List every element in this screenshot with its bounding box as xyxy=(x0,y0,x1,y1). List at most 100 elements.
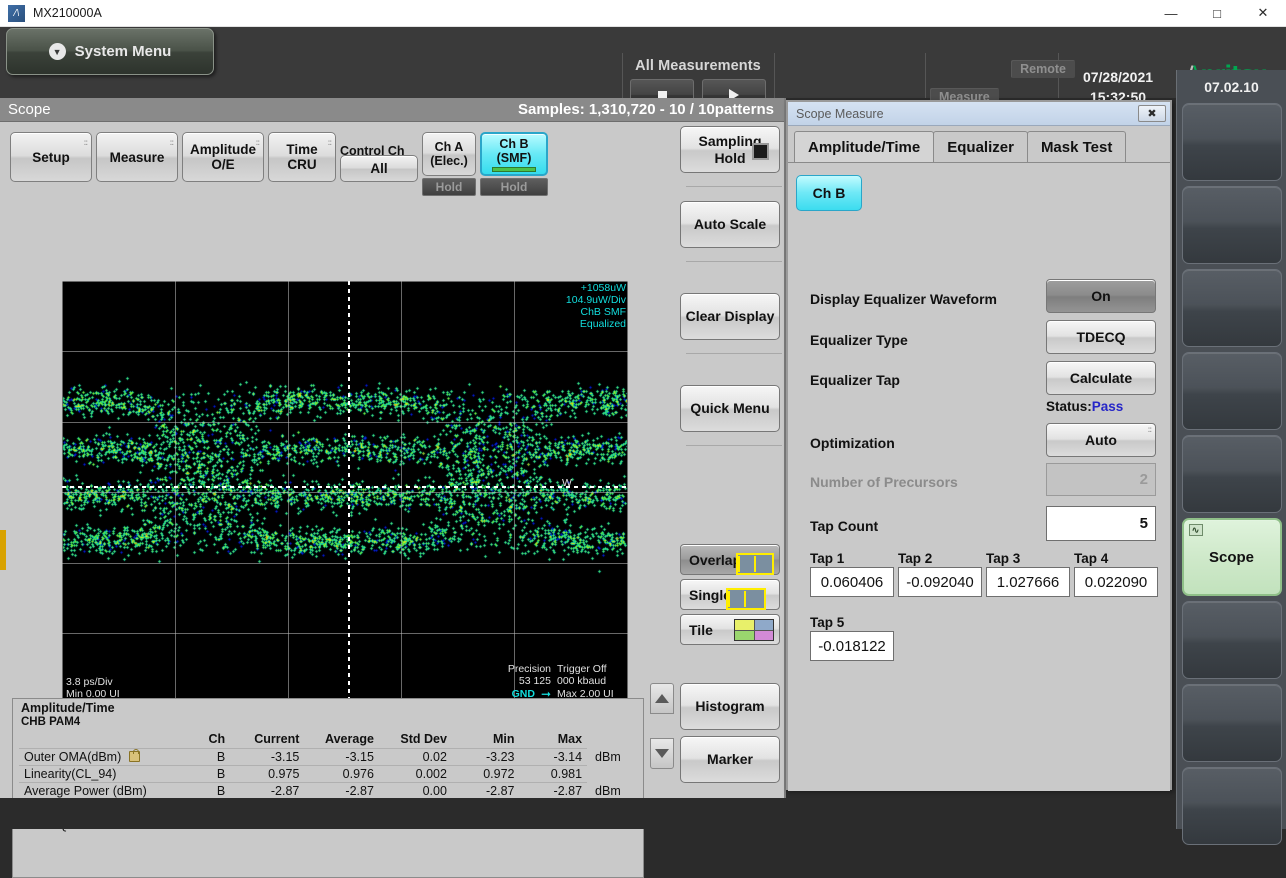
measurement-stddev: 0.02 xyxy=(378,748,452,766)
sidebar-key-2[interactable] xyxy=(1181,269,1282,347)
tap-1-field[interactable]: 0.060406 xyxy=(810,567,894,597)
measurement-stddev: 0.002 xyxy=(378,765,452,783)
close-button[interactable]: ✕ xyxy=(1240,0,1286,27)
measurement-min: -3.23 xyxy=(451,748,520,766)
tab-mask-test[interactable]: Mask Test xyxy=(1026,131,1127,162)
resize-grip-icon: :: xyxy=(1147,425,1152,434)
precursors-label: Number of Precursors xyxy=(810,474,958,490)
tap-count-field[interactable]: 5 xyxy=(1046,506,1156,541)
channel-a-button[interactable]: Ch A (Elec.) xyxy=(422,132,476,176)
optimization-value: Auto xyxy=(1085,432,1117,448)
sampling-hold-button[interactable]: Sampling Hold xyxy=(680,126,780,173)
setup-button[interactable]: :: Setup xyxy=(10,132,92,182)
tap-2-label: Tap 2 xyxy=(898,551,933,566)
vertical-cursor[interactable] xyxy=(348,281,350,704)
sidebar-key-3[interactable] xyxy=(1181,352,1282,430)
sidebar-key-1[interactable] xyxy=(1181,186,1282,264)
tile-view-button[interactable]: Tile xyxy=(680,614,780,645)
dialog-tabs: Amplitude/Time Equalizer Mask Test xyxy=(788,126,1170,162)
dialog-channel-b-button[interactable]: Ch B xyxy=(796,175,862,211)
sidebar-key-8[interactable] xyxy=(1181,767,1282,845)
histogram-button[interactable]: Histogram xyxy=(680,683,780,730)
channel-mode-text: ChB SMF xyxy=(580,306,626,318)
sidebar-key-4[interactable] xyxy=(1181,435,1282,513)
sidebar-key-7[interactable] xyxy=(1181,684,1282,762)
instrument-header: ▼ System Menu All Measurements Remote Me… xyxy=(0,27,1286,111)
horizontal-cursor[interactable] xyxy=(62,486,628,488)
measurement-unit xyxy=(587,766,627,783)
col-max: Max xyxy=(557,732,583,746)
single-view-button[interactable]: Single xyxy=(680,579,780,610)
sidebar-key-scope[interactable]: ∿ Scope xyxy=(1181,518,1282,596)
table-row[interactable]: Linearity(CL_94) B 0.975 0.976 0.002 0.972 0.9… xyxy=(19,765,627,783)
quick-menu-button[interactable]: Quick Menu xyxy=(680,385,780,432)
display-equalizer-waveform-button[interactable]: On xyxy=(1046,279,1156,313)
tab-equalizer[interactable]: Equalizer xyxy=(933,131,1028,162)
tap-4-field[interactable]: 0.022090 xyxy=(1074,567,1158,597)
all-measurements-label: All Measurements xyxy=(635,58,761,74)
measurement-name: Average Power (dBm) xyxy=(19,782,195,800)
tap-3-field[interactable]: 1.027666 xyxy=(986,567,1070,597)
channel-a-hold-button[interactable]: Hold xyxy=(422,178,476,196)
waveform-icon: ∿ xyxy=(1188,524,1203,536)
samples-info: Samples: 1,310,720 - 10 / 10patterns xyxy=(518,101,774,118)
measurement-ch: B xyxy=(194,765,231,783)
overlap-view-button[interactable]: Overlap xyxy=(680,544,780,575)
col-stddev: Std Dev xyxy=(400,732,447,746)
tap-2-field[interactable]: -0.092040 xyxy=(898,567,982,597)
col-name xyxy=(19,731,195,749)
maximize-button[interactable]: □ xyxy=(1194,0,1240,27)
marker-button[interactable]: Marker xyxy=(680,736,780,783)
waveform-bottom-right-annotations: Precision Trigger Off 53 125 000 kbaud G… xyxy=(508,663,625,701)
close-icon[interactable]: ✖ xyxy=(1138,105,1166,122)
clear-display-button[interactable]: Clear Display xyxy=(680,293,780,340)
eye-diagram-display[interactable]: +1058uW 104.9uW/Div ChB SMF Equalized 3.… xyxy=(62,281,628,704)
measurement-subtitle: CHB PAM4 xyxy=(21,716,81,728)
table-row[interactable]: Outer OMA(dBm) B -3.15 -3.15 0.02 -3.23 -3.14 d… xyxy=(19,748,627,766)
tap-1-label: Tap 1 xyxy=(810,551,845,566)
channel-a-sublabel: (Elec.) xyxy=(430,154,468,168)
time-per-div-text: 3.8 ps/Div xyxy=(66,676,113,688)
channel-b-button[interactable]: Ch B (SMF) xyxy=(480,132,548,176)
measure-button[interactable]: :: Measure xyxy=(96,132,178,182)
channel-b-label: Ch B xyxy=(499,136,529,151)
measurement-current: 0.975 xyxy=(230,765,305,783)
measurement-results-panel: Amplitude/Time CHB PAM4 Ch Current Avera… xyxy=(12,698,644,878)
tab-amplitude-time[interactable]: Amplitude/Time xyxy=(794,131,935,162)
time-cru-button[interactable]: :: Time CRU xyxy=(268,132,336,182)
tap-5-field[interactable]: -0.018122 xyxy=(810,631,894,661)
channel-b-hold-button[interactable]: Hold xyxy=(480,178,548,196)
optimization-auto-button[interactable]: :: Auto xyxy=(1046,423,1156,457)
system-menu-button[interactable]: ▼ System Menu xyxy=(6,28,214,75)
scope-measure-dialog: Scope Measure ✖ Amplitude/Time Equalizer… xyxy=(786,100,1172,791)
equalizer-tap-calculate-button[interactable]: Calculate xyxy=(1046,361,1156,395)
scroll-up-button[interactable] xyxy=(650,683,674,714)
table-row[interactable]: Average Power (dBm) B -2.87 -2.87 0.00 -2.87-… xyxy=(19,782,627,800)
waveform-bottom-left-annotations: 3.8 ps/Div Min 0.00 UI xyxy=(66,676,120,700)
measurement-current: -2.87 xyxy=(230,782,305,800)
amplitude-max-text: +1058uW xyxy=(580,282,626,294)
col-min: Min xyxy=(492,732,515,746)
col-average: Average xyxy=(325,732,374,746)
dialog-titlebar[interactable]: Scope Measure ✖ xyxy=(788,102,1170,126)
auto-scale-button[interactable]: Auto Scale xyxy=(680,201,780,248)
amplitude-oe-button[interactable]: :: Amplitude O/E xyxy=(182,132,264,182)
lock-icon xyxy=(129,749,141,762)
tap-3-label: Tap 3 xyxy=(986,551,1021,566)
status-row: Status:Pass xyxy=(1046,399,1123,414)
left-edge-indicator xyxy=(0,530,6,570)
cru-label: CRU xyxy=(287,157,317,172)
minimize-button[interactable]: — xyxy=(1148,0,1194,27)
measure-label: Measure xyxy=(109,149,165,165)
equalizer-type-button[interactable]: TDECQ xyxy=(1046,320,1156,354)
sidebar-key-0[interactable] xyxy=(1181,103,1282,181)
measurement-min: -2.87 xyxy=(451,782,520,800)
marker-label: Marker xyxy=(707,751,753,767)
status-label: Status: xyxy=(1046,399,1092,414)
col-unit xyxy=(587,731,627,749)
control-ch-all-button[interactable]: All xyxy=(340,155,418,182)
scroll-down-button[interactable] xyxy=(650,738,674,769)
measurement-min: 0.972 xyxy=(451,765,520,783)
measurement-unit: dBm xyxy=(595,784,621,798)
sidebar-key-6[interactable] xyxy=(1181,601,1282,679)
